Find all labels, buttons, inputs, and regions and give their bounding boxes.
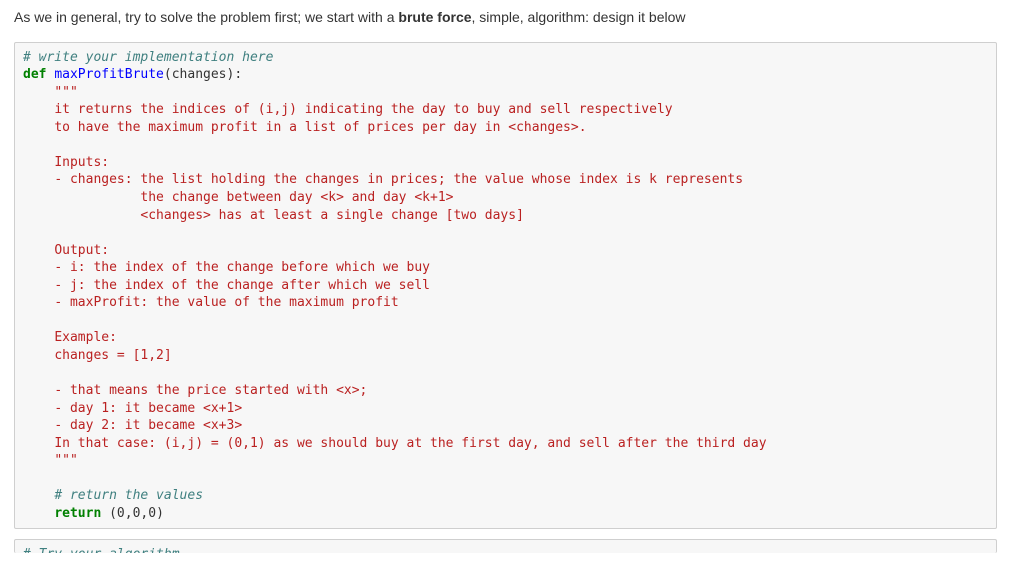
intro-paragraph: As we in general, try to solve the probl… — [14, 8, 997, 28]
doc-line1: it returns the indices of (i,j) indicati… — [23, 102, 673, 117]
doc-example-header: Example: — [23, 330, 117, 345]
docstring-close: """ — [23, 453, 78, 468]
function-args: (changes): — [164, 67, 242, 82]
doc-example5: In that case: (i,j) = (0,1) as we should… — [23, 436, 767, 451]
docstring-open: """ — [54, 85, 77, 100]
doc-output3: - maxProfit: the value of the maximum pr… — [23, 295, 399, 310]
intro-bold: brute force — [398, 9, 471, 25]
doc-example1: changes = [1,2] — [23, 348, 172, 363]
doc-inputs2: the change between day <k> and day <k+1> — [23, 190, 453, 205]
doc-line2: to have the maximum profit in a list of … — [23, 120, 587, 135]
doc-inputs1: - changes: the list holding the changes … — [23, 172, 743, 187]
return-keyword: return — [54, 506, 101, 521]
doc-output1: - i: the index of the change before whic… — [23, 260, 430, 275]
return-vals: (0,0,0) — [101, 506, 164, 521]
intro-text-before: As we in general, try to solve the probl… — [14, 9, 398, 25]
comment-try: # Try your algorithm — [23, 547, 180, 553]
function-name: maxProfitBrute — [54, 67, 164, 82]
doc-example2: - that means the price started with <x>; — [23, 383, 367, 398]
doc-inputs-header: Inputs: — [23, 155, 109, 170]
code-cell-main[interactable]: # write your implementation here def max… — [14, 42, 997, 530]
doc-output2: - j: the index of the change after which… — [23, 278, 430, 293]
def-keyword: def — [23, 67, 46, 82]
doc-example3: - day 1: it became <x+1> — [23, 401, 242, 416]
doc-example4: - day 2: it became <x+3> — [23, 418, 242, 433]
intro-text-after: , simple, algorithm: design it below — [472, 9, 686, 25]
code-cell-secondary[interactable]: # Try your algorithm — [14, 539, 997, 553]
doc-output-header: Output: — [23, 243, 109, 258]
comment-return: # return the values — [23, 488, 203, 503]
doc-inputs3: <changes> has at least a single change [… — [23, 208, 524, 223]
comment-header: # write your implementation here — [23, 50, 273, 65]
